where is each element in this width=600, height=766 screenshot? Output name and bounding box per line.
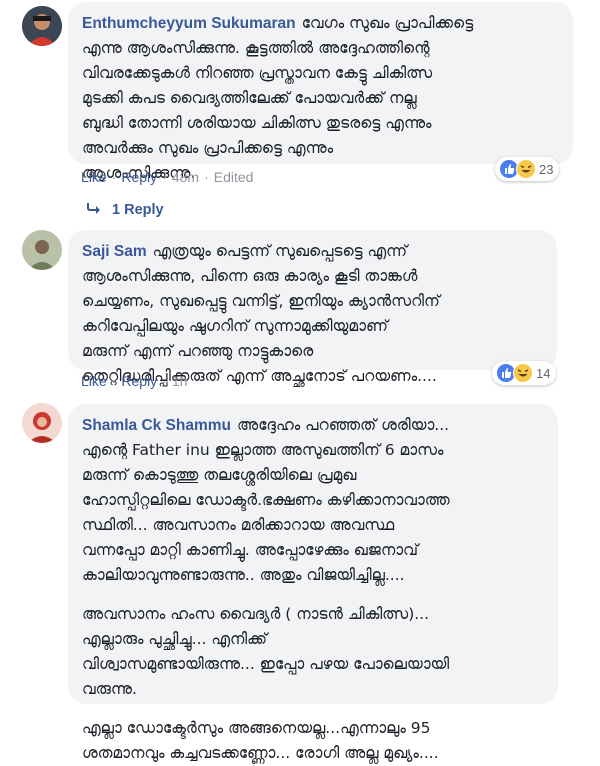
comment-text-line: മരുന്ന് കൊടുത്തു തലശ്ശേരിയിലെ പ്രമുഖ: [82, 466, 357, 484]
reaction-summary[interactable]: 23: [495, 157, 560, 181]
avatar[interactable]: [22, 6, 62, 46]
comment-text-line: അവസാനം ഹംസ വൈദ്യർ ( നാടൻ ചികിത്സ)...: [82, 605, 430, 623]
comment-timestamp[interactable]: 48m: [172, 169, 199, 185]
comment-bubble: Shamla Ck Shammu അദ്ദേഹം പറഞ്ഞത് ശരിയാ...…: [68, 404, 558, 762]
reply-arrow-icon: [86, 201, 102, 219]
comment-bubble: Enthumcheyyum Sukumaran വേഗം സുഖം പ്രാപിക…: [68, 2, 573, 182]
haha-icon: [513, 363, 533, 383]
view-replies-link[interactable]: 1 Reply: [86, 201, 164, 219]
reply-link[interactable]: Reply: [121, 373, 157, 389]
separator-dot: ·: [111, 373, 117, 389]
comment-text-line: ഹോസ്പിറ്റലിലെ ഡോക്ടർ.ഭക്ഷണം കഴിക്കാനാവാത…: [82, 491, 450, 509]
comment-text-line: വിവരക്കേടുകൾ നിറഞ്ഞ പ്രസ്താവന കേട്ടു ചിക…: [82, 64, 433, 82]
comment-text-line: മരുന്ന് എന്ന് പറഞ്ഞു നാട്ടുകാരെ: [82, 342, 314, 360]
separator-dot: ·: [204, 169, 209, 185]
comment-text-line: വന്നപ്പോ മാറ്റി കാണിച്ചു. അപ്പോഴേക്കും ഖ…: [82, 541, 419, 559]
reaction-count: 14: [536, 365, 551, 381]
comment-text-line: അവർക്കും സുഖം പ്രാപിക്കട്ടെ എന്നും: [82, 139, 334, 157]
comment-text-line: ബുദ്ധി തോന്നി ശരിയായ ചികിത്സ തുടരട്ടെ എന…: [82, 114, 432, 132]
separator-dot: ·: [111, 169, 117, 185]
comment-text-line: ചെയ്യണം, സുഖപ്പെട്ടു വന്നിട്ട്, ഇനിയും ക…: [82, 292, 440, 310]
separator-dot: ·: [162, 373, 167, 389]
comment-text-line: എന്റെ Father inu ഇല്ലാത്ത അസുഖത്തിന് 6 മ…: [82, 441, 444, 459]
comment-author[interactable]: Shamla Ck Shammu: [82, 417, 231, 434]
comment-actions: Like · Reply · 1h: [81, 373, 187, 389]
view-replies-label: 1 Reply: [112, 201, 164, 218]
comment-text-line: എന്നു ആശംസിക്കുന്നു. കൂട്ടത്തിൽ അദ്ദേഹത്…: [82, 39, 430, 57]
comment-first-line: Shamla Ck Shammu അദ്ദേഹം പറഞ്ഞത് ശരിയാ...: [82, 416, 450, 434]
comment-text-line: കാലിയാവുന്നുണ്ടാരുന്നു.. അതും വിജയിച്ചില…: [82, 566, 405, 584]
reaction-count: 23: [539, 161, 554, 177]
comment-author[interactable]: Saji Sam: [82, 243, 147, 260]
comment-actions: Like · Reply · 48m · Edited: [81, 169, 253, 185]
comment-first-line: Enthumcheyyum Sukumaran വേഗം സുഖം പ്രാപിക…: [82, 14, 474, 32]
comment-timestamp[interactable]: 1h: [172, 373, 188, 389]
reply-link[interactable]: Reply: [121, 169, 157, 185]
like-link[interactable]: Like: [81, 373, 107, 389]
avatar[interactable]: [22, 403, 62, 443]
haha-icon: [516, 159, 536, 179]
edited-label[interactable]: Edited: [214, 169, 254, 185]
comment-text-line: മുടക്കി കപട വൈദ്യത്തിലേക്ക് പോയവർക്ക് നല…: [82, 89, 417, 107]
comment-text-line: ആശംസിക്കുന്നു, പിന്നെ ഒരു കാര്യം കൂടി താ…: [82, 267, 418, 285]
avatar[interactable]: [22, 230, 62, 270]
comment-first-line: Saji Sam എത്രയും പെട്ടന്ന് സുഖപ്പെടട്ടെ എ…: [82, 242, 408, 260]
comment-text-line: വരുന്നു.: [82, 680, 137, 698]
comment-text-line: വിശ്വാസമുണ്ടായിരുന്നു... ഇപ്പോ പഴയ പോലെയ…: [82, 655, 450, 673]
like-link[interactable]: Like: [81, 169, 107, 185]
separator-dot: ·: [162, 169, 167, 185]
comment-text-line: എല്ലാ ഡോക്ടേർസും അങ്ങനെയല്ല...എന്നാലും 9…: [82, 719, 431, 737]
comment-text-line: കറിവേപ്പിലയും ഷുഗറിന് സുന്നാമുക്കിയുമാണ്: [82, 317, 388, 335]
reaction-summary[interactable]: 14: [492, 361, 557, 385]
comment-author[interactable]: Enthumcheyyum Sukumaran: [82, 15, 296, 32]
comment-text-line: സ്ഥിതി... അവസാനം മരിക്കാറായ അവസ്ഥ: [82, 516, 395, 534]
comment-text-line: എല്ലാരും പുച്ഛിച്ചു... എനിക്ക്: [82, 630, 268, 648]
comment-bubble: Saji Sam എത്രയും പെട്ടന്ന് സുഖപ്പെടട്ടെ എ…: [68, 230, 557, 385]
comment-text-line: ശതമാനവും കച്ചവടക്കണ്ണോ... രോഗി അല്ല മുഖ്…: [82, 744, 439, 762]
